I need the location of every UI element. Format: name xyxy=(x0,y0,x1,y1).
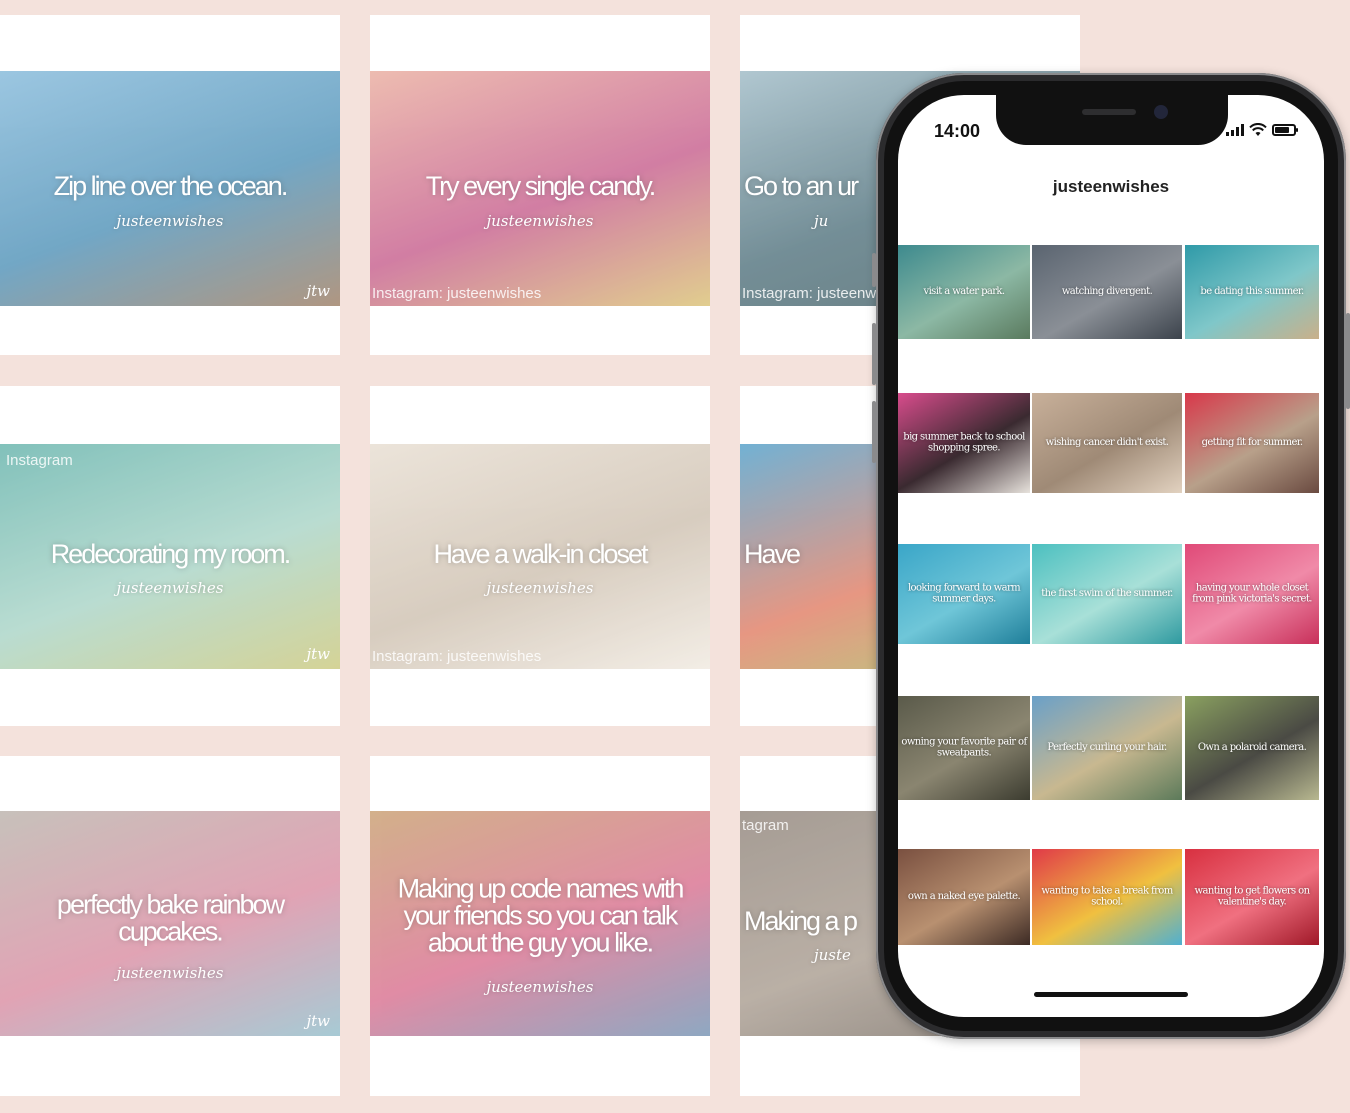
status-bar-icons xyxy=(1226,123,1298,137)
front-camera xyxy=(1154,105,1168,119)
collage-signature: justeenwishes xyxy=(116,212,224,230)
collage-caption: Try every single candy. xyxy=(425,170,657,201)
feed-post-tile[interactable]: Perfectly curling your hair. xyxy=(1032,696,1182,800)
phone-bezel: 14:00 justeenwishes visit a water park. w… xyxy=(884,81,1338,1031)
feed-post-caption: Own a polaroid camera. xyxy=(1197,741,1307,753)
feed-post-tile[interactable]: owning your favorite pair of sweatpants. xyxy=(898,696,1030,800)
collage-instagram-tag: Instagram xyxy=(6,452,73,469)
feed-post-tile[interactable]: looking forward to warm summer days. xyxy=(898,544,1030,644)
feed-post-caption: Perfectly curling your hair. xyxy=(1047,741,1167,753)
phone-power-button xyxy=(1346,313,1350,409)
collage-signature: justeenwishes xyxy=(486,977,594,996)
home-indicator[interactable] xyxy=(1034,992,1188,997)
feed-post-tile[interactable]: wishing cancer didn't exist. xyxy=(1032,393,1182,493)
feed-post-tile[interactable]: wanting to get flowers on valentine's da… xyxy=(1185,849,1319,945)
collage-photo: Zip line over the ocean. justeenwishes jtw xyxy=(0,71,340,306)
battery-icon xyxy=(1272,124,1298,136)
feed-post-tile[interactable]: Own a polaroid camera. xyxy=(1185,696,1319,800)
feed-post-tile[interactable]: own a naked eye palette. xyxy=(898,849,1030,945)
phone-volume-up xyxy=(872,323,876,385)
collage-photo: Have a walk-in closet justeenwishes Instag… xyxy=(370,444,710,669)
feed-post-caption: visit a water park. xyxy=(923,285,1006,297)
feed-post-caption: owning your favorite pair of sweatpants. xyxy=(901,736,1027,758)
collage-signature: justeenwishes xyxy=(486,212,594,230)
collage-card: Redecorating my room. justeenwishes jtw Ins… xyxy=(0,386,340,726)
feed-post-caption: watching divergent. xyxy=(1061,285,1153,297)
feed-post-caption: having your whole closet from pink victo… xyxy=(1192,582,1312,604)
feed-post-tile[interactable]: watching divergent. xyxy=(1032,245,1182,339)
collage-instagram-tag: Instagram: justeenwishes xyxy=(372,285,542,302)
feed-post-caption: getting fit for summer. xyxy=(1201,436,1303,448)
collage-signature: justeenwishes xyxy=(486,579,594,597)
collage-caption: Zip line over the ocean. xyxy=(53,170,289,201)
wifi-icon xyxy=(1249,123,1267,136)
status-bar-time: 14:00 xyxy=(934,121,981,141)
collage-card: Have a walk-in closet justeenwishes Instag… xyxy=(370,386,710,726)
feed-post-caption: looking forward to warm summer days. xyxy=(907,582,1021,604)
collage-photo: Making up code names with your friends s… xyxy=(370,811,710,1036)
phone-notch xyxy=(996,95,1228,145)
feed-post-caption: own a naked eye palette. xyxy=(907,890,1021,902)
phone-silent-switch xyxy=(872,253,876,287)
collage-card: Zip line over the ocean. justeenwishes jtw xyxy=(0,15,340,355)
collage-card: Try every single candy. justeenwishes Inst… xyxy=(370,15,710,355)
collage-caption: Have a walk-in closet xyxy=(433,538,648,569)
collage-instagram-tag: Instagram: justeenw xyxy=(742,285,877,302)
feed-post-caption: the first swim of the summer. xyxy=(1041,587,1173,599)
feed-post-tile[interactable]: wanting to take a break from school. xyxy=(1032,849,1182,945)
feed-post-caption: be dating this summer. xyxy=(1200,285,1304,297)
collage-card: Making up code names with your friends s… xyxy=(370,756,710,1096)
collage-signature: justeenwishes xyxy=(116,964,224,982)
cellular-signal-icon xyxy=(1226,124,1244,136)
feed-post-caption: wishing cancer didn't exist. xyxy=(1045,436,1169,448)
collage-card: perfectly bake rainbow cupcakes. justeenw… xyxy=(0,756,340,1096)
feed-post-tile[interactable]: be dating this summer. xyxy=(1185,245,1319,339)
earpiece-speaker xyxy=(1082,109,1136,115)
collage-instagram-tag: Instagram: justeenwishes xyxy=(372,648,542,665)
profile-name-header: justeenwishes xyxy=(1052,177,1170,196)
collage-photo: Try every single candy. justeenwishes Inst… xyxy=(370,71,710,306)
feed-post-tile[interactable]: visit a water park. xyxy=(898,245,1030,339)
feed-post-tile[interactable]: having your whole closet from pink victo… xyxy=(1185,544,1319,644)
collage-watermark: jtw xyxy=(306,282,330,300)
collage-caption: Making up code names with your friends s… xyxy=(397,872,685,957)
collage-instagram-tag: tagram xyxy=(742,817,789,834)
phone-screen: 14:00 justeenwishes visit a water park. w… xyxy=(898,95,1324,1017)
feed-post-caption: wanting to get flowers on valentine's da… xyxy=(1194,885,1310,907)
collage-photo: Redecorating my room. justeenwishes jtw Ins… xyxy=(0,444,340,669)
feed-post-caption: big summer back to school shopping spree… xyxy=(903,431,1025,453)
feed-post-tile[interactable]: the first swim of the summer. xyxy=(1032,544,1182,644)
phone-volume-down xyxy=(872,401,876,463)
collage-photo: perfectly bake rainbow cupcakes. justeenw… xyxy=(0,811,340,1036)
feed-post-tile[interactable]: big summer back to school shopping spree… xyxy=(898,393,1030,493)
collage-caption: Redecorating my room. xyxy=(50,538,292,569)
collage-caption: perfectly bake rainbow cupcakes. xyxy=(56,889,285,947)
collage-watermark: jtw xyxy=(306,1012,330,1030)
feed-post-tile[interactable]: getting fit for summer. xyxy=(1185,393,1319,493)
phone-mockup: 14:00 justeenwishes visit a water park. w… xyxy=(872,73,1350,1039)
feed-post-caption: wanting to take a break from school. xyxy=(1041,885,1173,907)
collage-watermark: jtw xyxy=(306,645,330,663)
collage-signature: justeenwishes xyxy=(116,579,224,597)
